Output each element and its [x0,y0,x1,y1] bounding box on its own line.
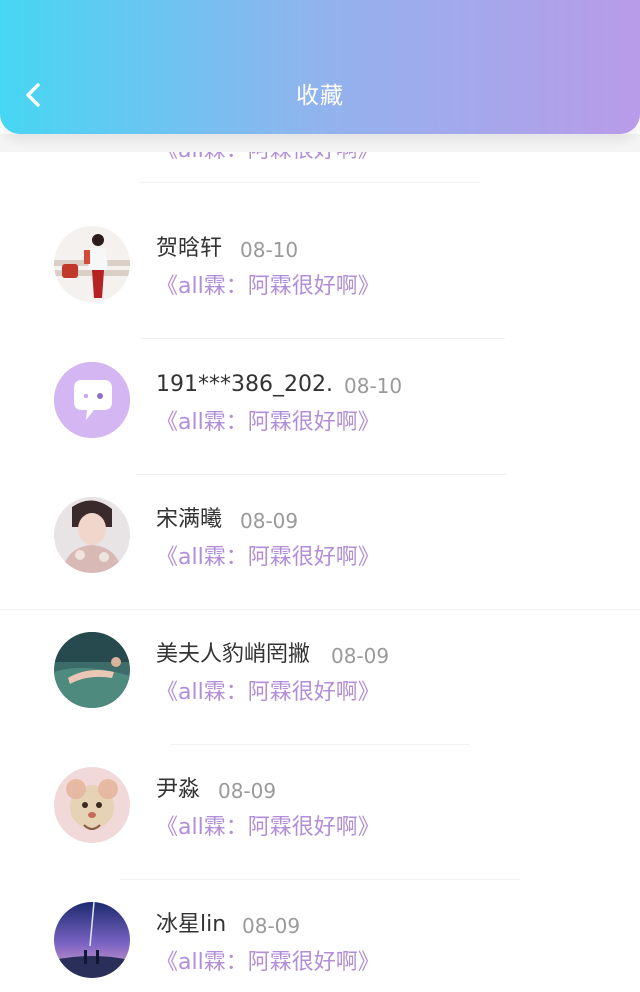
user-name[interactable]: 尹淼 [156,775,200,805]
work-title[interactable]: 《all霖：阿霖很好啊》 [156,272,380,302]
user-name[interactable]: 宋满曦 [156,505,222,535]
user-name[interactable]: 美夫人豹峭罔撇 [156,640,310,670]
date: 08-10 [344,374,403,398]
avatar[interactable] [54,632,130,708]
user-name[interactable]: 冰星lin [156,910,226,940]
date: 08-09 [242,914,301,938]
chat-bubble-icon [54,362,130,438]
work-title[interactable]: 《all霖：阿霖很好啊》 [156,408,380,438]
list-item[interactable]: 宋满曦 08-09 《all霖：阿霖很好啊》 [0,475,640,610]
date: 08-09 [331,644,390,668]
user-name[interactable]: 贺晗轩 [156,234,222,264]
avatar[interactable] [54,497,130,573]
header-shadow-strip [0,134,640,152]
date: 08-09 [240,509,299,533]
work-title[interactable]: 《all霖：阿霖很好啊》 [156,678,380,708]
list-item[interactable]: 191***386_202. 08-10 《all霖：阿霖很好啊》 [0,340,640,475]
avatar[interactable] [54,767,130,843]
divider [140,182,480,183]
divider [140,338,505,339]
user-name[interactable]: 191***386_202. [156,370,333,400]
list-item[interactable]: 冰星lin 08-09 《all霖：阿霖很好啊》 [0,880,640,992]
page-title: 收藏 [296,83,344,109]
list-item[interactable]: 美夫人豹峭罔撇 08-09 《all霖：阿霖很好啊》 [0,610,640,745]
work-title[interactable]: 《all霖：阿霖很好啊》 [156,948,380,978]
default-chat-bubble-avatar[interactable] [54,362,130,438]
date: 08-09 [218,779,277,803]
app-header: 收藏 [0,0,640,134]
avatar[interactable] [54,902,130,978]
list-item[interactable]: 贺晗轩 08-10 《all霖：阿霖很好啊》 [0,204,640,339]
avatar[interactable] [54,226,130,302]
work-title[interactable]: 《all霖：阿霖很好啊》 [156,543,380,573]
list-item[interactable]: 尹淼 08-09 《all霖：阿霖很好啊》 [0,745,640,880]
work-title[interactable]: 《all霖：阿霖很好啊》 [156,813,380,843]
date: 08-10 [240,238,299,262]
